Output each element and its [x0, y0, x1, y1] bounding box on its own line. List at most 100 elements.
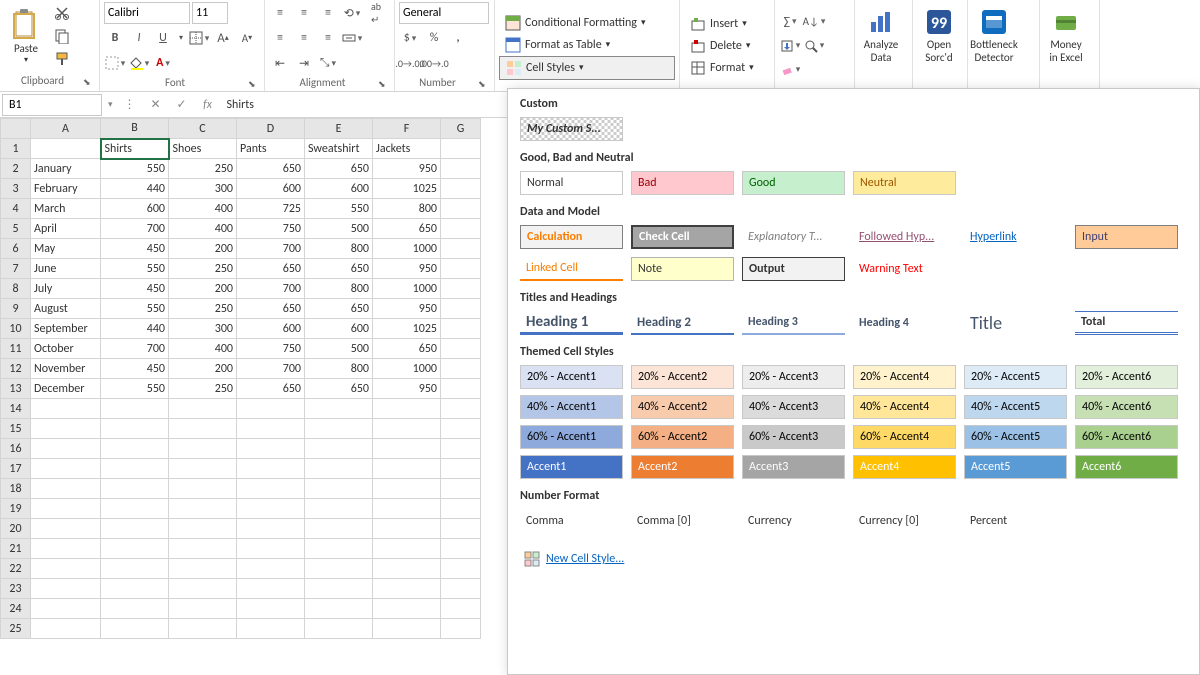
cell-E10[interactable]: 600 — [305, 319, 373, 339]
cell-D25[interactable] — [237, 619, 305, 639]
row-header-20[interactable]: 20 — [1, 519, 31, 539]
cut-icon[interactable] — [51, 2, 73, 23]
font-family-select[interactable] — [104, 2, 190, 24]
style-good[interactable]: Good — [742, 171, 845, 195]
style-40%-Accent2[interactable]: 40% - Accent2 — [631, 395, 734, 419]
cell-B9[interactable]: 550 — [101, 299, 169, 319]
cell-C9[interactable]: 250 — [169, 299, 237, 319]
cell-D24[interactable] — [237, 599, 305, 619]
cell-G5[interactable] — [441, 219, 481, 239]
cell-D10[interactable]: 600 — [237, 319, 305, 339]
cell-B4[interactable]: 600 — [101, 199, 169, 219]
cell-A12[interactable]: November — [31, 359, 101, 379]
cell-F17[interactable] — [373, 459, 441, 479]
cell-D18[interactable] — [237, 479, 305, 499]
row-header-21[interactable]: 21 — [1, 539, 31, 559]
cancel-formula-icon[interactable]: ✕ — [143, 94, 169, 116]
style-bad[interactable]: Bad — [631, 171, 734, 195]
font-color-button[interactable]: A — [152, 52, 174, 74]
borders-dropdown[interactable] — [104, 52, 126, 74]
style-nf-Currency [0][interactable]: Currency [0] — [853, 509, 956, 533]
style-linked-cell[interactable]: Linked Cell — [520, 257, 623, 281]
cell-C20[interactable] — [169, 519, 237, 539]
grow-font-button[interactable]: A▴ — [212, 27, 234, 49]
cell-E9[interactable]: 650 — [305, 299, 373, 319]
cell-D8[interactable]: 700 — [237, 279, 305, 299]
cell-B8[interactable]: 450 — [101, 279, 169, 299]
increase-decimal-icon[interactable]: .0→.00 — [399, 52, 421, 74]
row-header-25[interactable]: 25 — [1, 619, 31, 639]
cell-F7[interactable]: 950 — [373, 259, 441, 279]
cell-D22[interactable] — [237, 559, 305, 579]
row-header-24[interactable]: 24 — [1, 599, 31, 619]
cell-F19[interactable] — [373, 499, 441, 519]
cell-B14[interactable] — [101, 399, 169, 419]
cell-D13[interactable]: 650 — [237, 379, 305, 399]
style-input[interactable]: Input — [1075, 225, 1178, 249]
select-all-corner[interactable] — [1, 119, 31, 139]
cell-B13[interactable]: 550 — [101, 379, 169, 399]
cell-G13[interactable] — [441, 379, 481, 399]
cell-F21[interactable] — [373, 539, 441, 559]
row-header-15[interactable]: 15 — [1, 419, 31, 439]
money-in-excel-button[interactable]: Money in Excel — [1044, 2, 1088, 70]
cell-D5[interactable]: 750 — [237, 219, 305, 239]
cell-E23[interactable] — [305, 579, 373, 599]
style-followed-hyperlink[interactable]: Followed Hyp... — [853, 225, 956, 249]
cell-G19[interactable] — [441, 499, 481, 519]
increase-indent-icon[interactable]: ⇥ — [293, 52, 315, 74]
cell-C22[interactable] — [169, 559, 237, 579]
cell-E8[interactable]: 800 — [305, 279, 373, 299]
style-warning-text[interactable]: Warning Text — [853, 257, 956, 281]
cell-A21[interactable] — [31, 539, 101, 559]
cell-G16[interactable] — [441, 439, 481, 459]
align-right-icon[interactable]: ≡ — [317, 27, 339, 49]
cell-C12[interactable]: 200 — [169, 359, 237, 379]
style-Accent1[interactable]: Accent1 — [520, 455, 623, 479]
cell-E15[interactable] — [305, 419, 373, 439]
row-header-16[interactable]: 16 — [1, 439, 31, 459]
cell-A19[interactable] — [31, 499, 101, 519]
style-note[interactable]: Note — [631, 257, 734, 281]
cell-A14[interactable] — [31, 399, 101, 419]
new-cell-style-link[interactable]: New Cell Style... — [520, 543, 1187, 575]
row-header-4[interactable]: 4 — [1, 199, 31, 219]
cell-G12[interactable] — [441, 359, 481, 379]
cell-G14[interactable] — [441, 399, 481, 419]
style-my-custom[interactable]: My Custom S... — [520, 117, 623, 141]
cell-A9[interactable]: August — [31, 299, 101, 319]
col-header-C[interactable]: C — [169, 119, 237, 139]
cell-B22[interactable] — [101, 559, 169, 579]
cell-A11[interactable]: October — [31, 339, 101, 359]
borders-button[interactable] — [188, 27, 210, 49]
style-60%-Accent3[interactable]: 60% - Accent3 — [742, 425, 845, 449]
cell-G21[interactable] — [441, 539, 481, 559]
cell-G24[interactable] — [441, 599, 481, 619]
cell-E25[interactable] — [305, 619, 373, 639]
cell-C7[interactable]: 250 — [169, 259, 237, 279]
style-60%-Accent4[interactable]: 60% - Accent4 — [853, 425, 956, 449]
underline-button[interactable]: U — [152, 27, 174, 49]
currency-icon[interactable]: $ — [399, 27, 421, 49]
row-header-11[interactable]: 11 — [1, 339, 31, 359]
style-explanatory[interactable]: Explanatory T... — [742, 225, 845, 249]
cell-B17[interactable] — [101, 459, 169, 479]
cell-C5[interactable]: 400 — [169, 219, 237, 239]
analyze-data-button[interactable]: Analyze Data — [859, 2, 903, 70]
cell-B7[interactable]: 550 — [101, 259, 169, 279]
comma-icon[interactable]: , — [447, 27, 469, 49]
cell-F4[interactable]: 800 — [373, 199, 441, 219]
style-Accent2[interactable]: Accent2 — [631, 455, 734, 479]
cell-G4[interactable] — [441, 199, 481, 219]
cell-D19[interactable] — [237, 499, 305, 519]
cell-B18[interactable] — [101, 479, 169, 499]
bold-button[interactable]: B — [104, 27, 126, 49]
orientation-icon[interactable]: ⟲ — [341, 2, 363, 24]
cell-F25[interactable] — [373, 619, 441, 639]
col-header-D[interactable]: D — [237, 119, 305, 139]
paste-button[interactable]: Paste ▾ — [4, 2, 48, 70]
style-Accent4[interactable]: Accent4 — [853, 455, 956, 479]
cell-G11[interactable] — [441, 339, 481, 359]
cell-C18[interactable] — [169, 479, 237, 499]
cell-G18[interactable] — [441, 479, 481, 499]
